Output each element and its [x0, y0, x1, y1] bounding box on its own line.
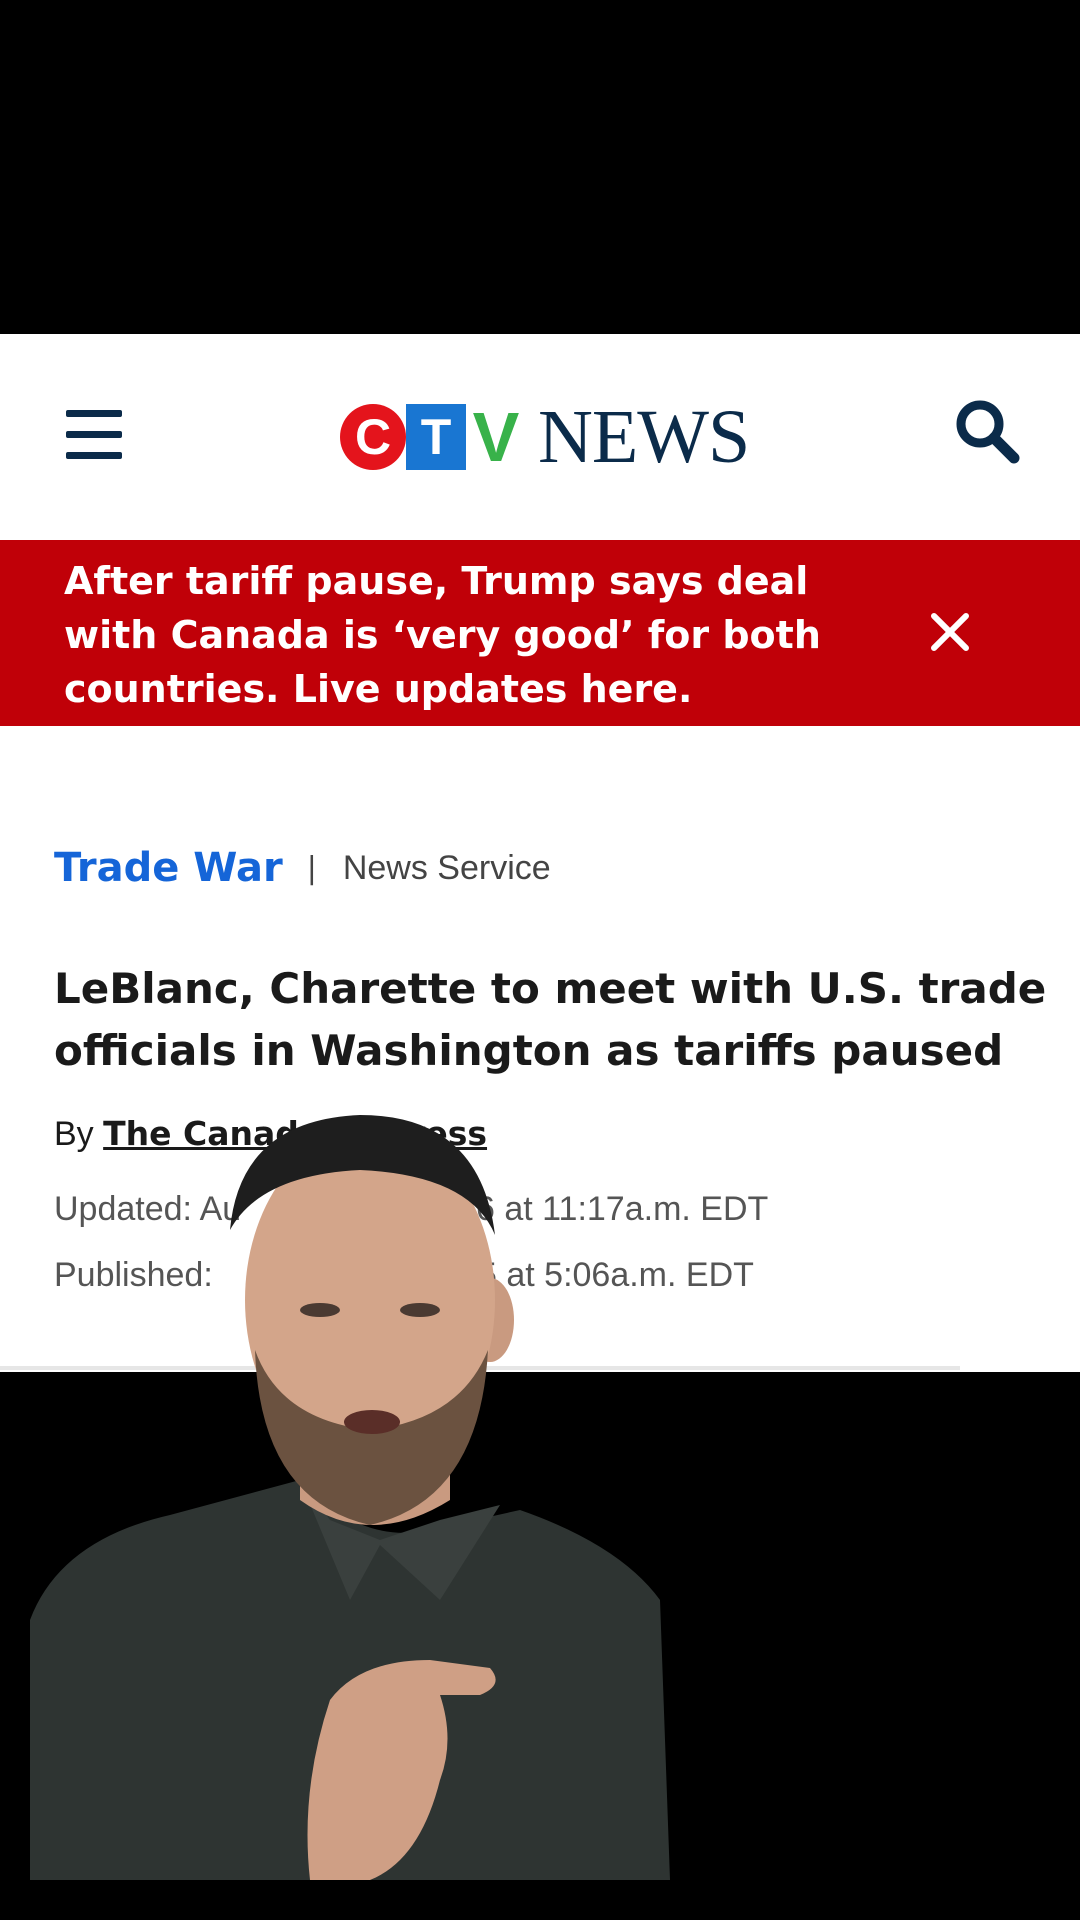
menu-icon-bar	[66, 410, 122, 417]
presenter-beard	[255, 1350, 488, 1525]
byline: By The Canad Press	[54, 1114, 487, 1154]
presenter-hand	[307, 1660, 496, 1880]
logo-letter-v: V	[472, 398, 520, 476]
search-icon	[956, 400, 1020, 464]
search-button[interactable]	[952, 396, 1024, 468]
source-type: News Service	[342, 848, 551, 887]
logo-word: NEWS	[538, 395, 750, 479]
published-suffix: 5 at 5:06a.m. EDT	[478, 1256, 754, 1294]
section-divider	[0, 1366, 960, 1370]
site-header: C T V NEWS	[0, 334, 1080, 540]
byline-prefix: By	[54, 1115, 94, 1153]
updated-timestamp: Updated: Au 6 at 11:17a.m. EDT	[54, 1190, 768, 1229]
ctv-news-logo[interactable]: C T V NEWS	[340, 395, 750, 479]
presenter-neck	[300, 1430, 450, 1525]
presenter-mouth	[344, 1410, 400, 1434]
banner-text[interactable]: After tariff pause, Trump says deal with…	[64, 554, 844, 716]
updated-suffix: 6 at 11:17a.m. EDT	[476, 1190, 769, 1228]
article-headline: LeBlanc, Charette to meet with U.S. trad…	[54, 964, 1047, 1075]
published-prefix: Published:	[54, 1256, 213, 1294]
menu-icon-bar	[66, 452, 122, 459]
menu-button[interactable]	[66, 410, 122, 460]
article-kicker: Trade War | News Service	[54, 840, 551, 896]
author-name-start: The Canad	[103, 1114, 299, 1153]
presenter-shirt	[30, 1480, 670, 1880]
banner-close-button[interactable]	[928, 610, 972, 654]
screen: C T V NEWS After tariff pause, Trump say…	[0, 0, 1080, 1920]
section-link[interactable]: Trade War	[54, 845, 283, 891]
menu-icon-bar	[66, 431, 122, 438]
author-name-end: Press	[384, 1114, 488, 1153]
logo-letter-t: T	[406, 404, 466, 470]
presenter-collar	[300, 1480, 500, 1600]
kicker-separator: |	[306, 850, 317, 886]
author-link[interactable]: The Canad Press	[103, 1114, 487, 1153]
breaking-news-banner[interactable]: After tariff pause, Trump says deal with…	[0, 540, 1080, 726]
news-article-page: C T V NEWS After tariff pause, Trump say…	[0, 334, 1080, 1372]
close-icon	[931, 613, 969, 651]
updated-prefix: Updated: Au	[54, 1190, 242, 1228]
published-timestamp: Published: 5 at 5:06a.m. EDT	[54, 1256, 754, 1295]
logo-letter-c: C	[340, 404, 406, 470]
